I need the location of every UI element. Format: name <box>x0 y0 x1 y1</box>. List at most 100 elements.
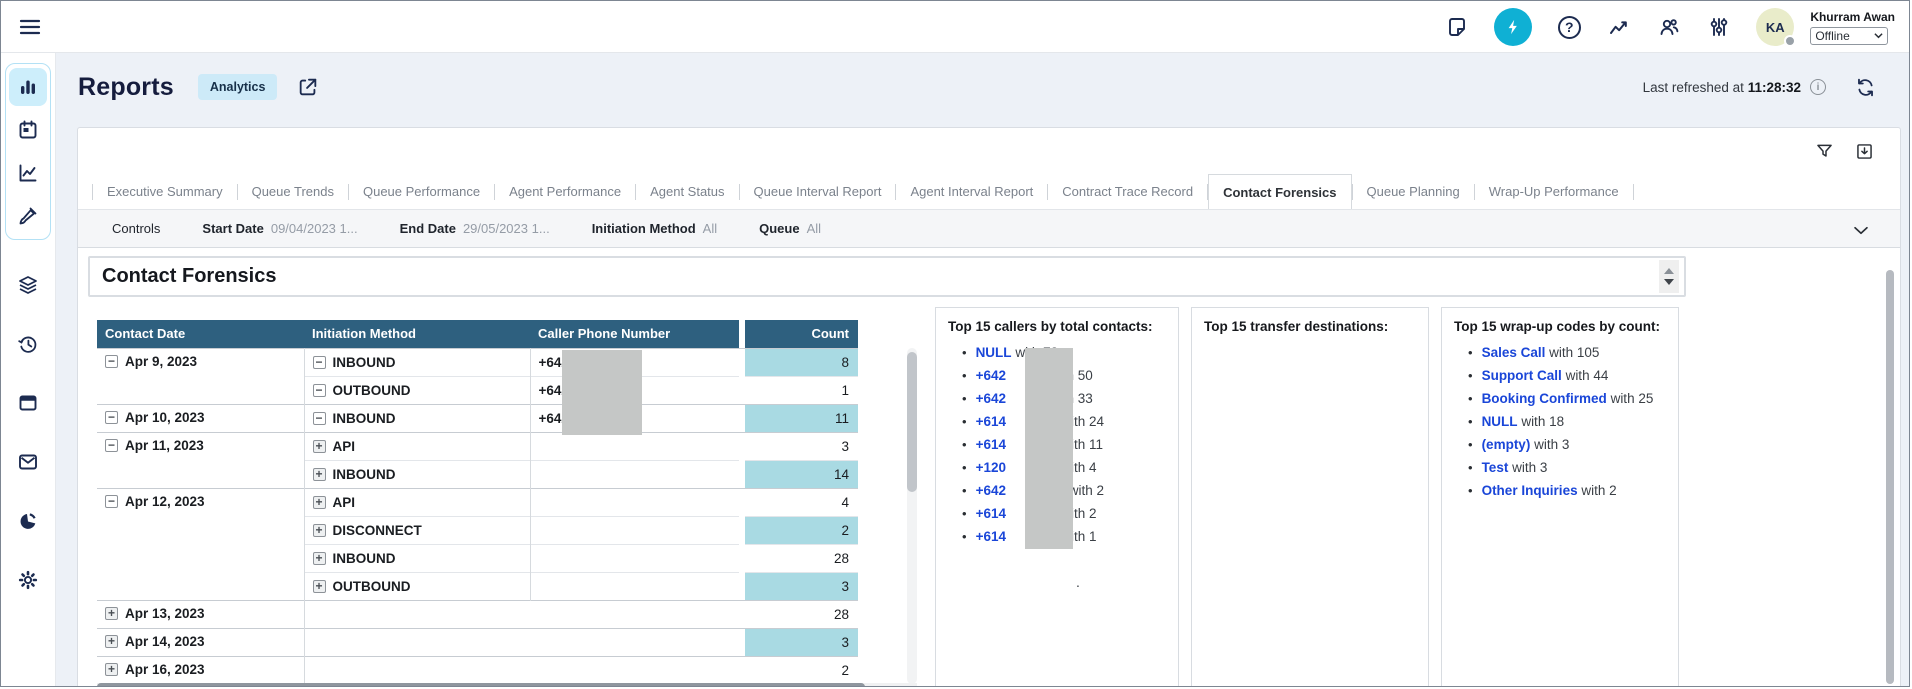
item-link[interactable]: Booking Confirmed <box>1482 391 1607 406</box>
method-value: INBOUND <box>333 551 396 566</box>
tab-agent-performance[interactable]: Agent Performance <box>495 174 635 209</box>
table-horizontal-scrollbar-thumb[interactable] <box>97 683 865 686</box>
availability-select[interactable]: Offline <box>1810 27 1888 45</box>
help-icon[interactable]: ? <box>1556 14 1582 40</box>
collapse-toggle[interactable]: − <box>313 412 326 425</box>
table-row: −Apr 12, 2023+API4 <box>97 488 858 516</box>
sidebar-item-console[interactable] <box>9 384 47 422</box>
sidebar-item-dashboards[interactable] <box>9 68 47 106</box>
item-link[interactable]: Other Inquiries <box>1482 483 1578 498</box>
item-link[interactable]: +614 <box>976 437 1006 452</box>
gear-icon <box>16 568 40 592</box>
tab-contract-trace-record[interactable]: Contract Trace Record <box>1048 174 1207 209</box>
sidebar-item-history[interactable] <box>9 325 47 363</box>
item-link[interactable]: (empty) <box>1482 437 1531 452</box>
tab-contact-forensics[interactable]: Contact Forensics <box>1208 174 1351 209</box>
expand-toggle[interactable]: + <box>313 552 326 565</box>
item-link[interactable]: +120 <box>976 460 1006 475</box>
external-link-icon[interactable] <box>297 75 321 99</box>
expand-toggle[interactable]: + <box>313 496 326 509</box>
line-chart-icon <box>16 161 40 185</box>
quick-actions-bolt-icon[interactable] <box>1494 8 1532 46</box>
expand-toggle[interactable]: + <box>105 607 118 620</box>
item-link[interactable]: +614 <box>976 529 1006 544</box>
sidebar-item-datasets[interactable] <box>9 266 47 304</box>
filter-value: 09/04/2023 1... <box>271 221 358 236</box>
date-cell: −Apr 10, 2023 <box>97 404 304 432</box>
sidebar-item-mail[interactable] <box>9 443 47 481</box>
date-value: Apr 13, 2023 <box>125 606 205 621</box>
collapse-toggle[interactable]: − <box>105 411 118 424</box>
download-icon[interactable] <box>1854 140 1876 162</box>
tab-agent-interval-report[interactable]: Agent Interval Report <box>896 174 1047 209</box>
method-cell: + INBOUND <box>304 544 530 572</box>
availability-value: Offline <box>1815 29 1849 43</box>
expand-toggle[interactable]: + <box>105 663 118 676</box>
item-link[interactable]: Sales Call <box>1482 345 1546 360</box>
item-link[interactable]: NULL <box>1482 414 1518 429</box>
agents-icon[interactable] <box>1656 14 1682 40</box>
table-vertical-scrollbar-thumb[interactable] <box>907 352 917 492</box>
item-count-text: with 18 <box>1518 414 1565 429</box>
empty-cell <box>304 600 739 628</box>
status-dot <box>1784 35 1796 47</box>
item-link[interactable]: Test <box>1482 460 1509 475</box>
filter-initiation-method[interactable]: Initiation MethodAll <box>592 221 717 236</box>
collapse-toggle[interactable]: − <box>105 355 118 368</box>
controls-chevron-down-icon[interactable] <box>1850 218 1874 242</box>
tab-wrap-up-performance[interactable]: Wrap-Up Performance <box>1475 174 1633 209</box>
phone-cell <box>530 460 739 488</box>
info-icon[interactable]: i <box>1810 79 1826 95</box>
item-link[interactable]: +614 <box>976 414 1006 429</box>
item-link[interactable]: +642 <box>976 391 1006 406</box>
note-icon[interactable] <box>1444 14 1470 40</box>
filter-icon[interactable] <box>1814 140 1836 162</box>
collapse-toggle[interactable]: − <box>105 439 118 452</box>
sidebar-item-usage[interactable] <box>9 502 47 540</box>
item-link[interactable]: NULL <box>976 345 1012 360</box>
panel-list: Sales Call with 105Support Call with 44B… <box>1442 344 1678 500</box>
sidebar-item-analysis[interactable] <box>9 154 47 192</box>
avatar[interactable]: KA <box>1756 8 1794 46</box>
collapse-toggle[interactable]: − <box>105 495 118 508</box>
last-refreshed: Last refreshed at 11:28:32 <box>1643 80 1801 95</box>
item-link[interactable]: +642 <box>976 483 1006 498</box>
col-caller-phone: Caller Phone Number <box>530 320 739 348</box>
phone-cell <box>530 488 739 516</box>
expand-toggle[interactable]: + <box>313 580 326 593</box>
expand-toggle[interactable]: + <box>313 524 326 537</box>
sidebar-item-settings[interactable] <box>9 561 47 599</box>
expand-toggle[interactable]: + <box>313 468 326 481</box>
tab-executive-summary[interactable]: Executive Summary <box>93 174 237 209</box>
item-link[interactable]: +642 <box>976 368 1006 383</box>
item-link[interactable]: Support Call <box>1482 368 1562 383</box>
collapse-toggle[interactable]: − <box>313 356 326 369</box>
filter-start-date[interactable]: Start Date09/04/2023 1... <box>202 221 357 236</box>
filter-queue[interactable]: QueueAll <box>759 221 821 236</box>
tab-queue-performance[interactable]: Queue Performance <box>349 174 494 209</box>
list-item: Test with 3 <box>1468 459 1678 477</box>
hamburger-menu-icon[interactable] <box>17 15 43 39</box>
metrics-icon[interactable] <box>1606 14 1632 40</box>
stepper-down-icon[interactable] <box>1664 279 1674 285</box>
preferences-icon[interactable] <box>1706 14 1732 40</box>
date-cell: −Apr 9, 2023 <box>97 348 304 404</box>
refresh-icon[interactable] <box>1854 75 1879 100</box>
collapse-toggle[interactable]: − <box>313 384 326 397</box>
filter-end-date[interactable]: End Date29/05/2023 1... <box>400 221 550 236</box>
card-scrollbar-thumb[interactable] <box>1886 270 1894 684</box>
tab-queue-trends[interactable]: Queue Trends <box>238 174 348 209</box>
sidebar-item-themes[interactable] <box>9 197 47 235</box>
sidebar-item-schedule[interactable] <box>9 111 47 149</box>
expand-toggle[interactable]: + <box>105 635 118 648</box>
stepper-up-icon[interactable] <box>1664 268 1674 274</box>
tab-agent-status[interactable]: Agent Status <box>636 174 738 209</box>
filter-value: All <box>807 221 821 236</box>
tab-queue-interval-report[interactable]: Queue Interval Report <box>740 174 896 209</box>
pie-chart-icon <box>16 509 40 533</box>
item-link[interactable]: +614 <box>976 506 1006 521</box>
last-refreshed-time: 11:28:32 <box>1748 80 1801 95</box>
expand-toggle[interactable]: + <box>313 440 326 453</box>
tab-queue-planning[interactable]: Queue Planning <box>1353 174 1474 209</box>
col-contact-date: Contact Date <box>97 320 304 348</box>
